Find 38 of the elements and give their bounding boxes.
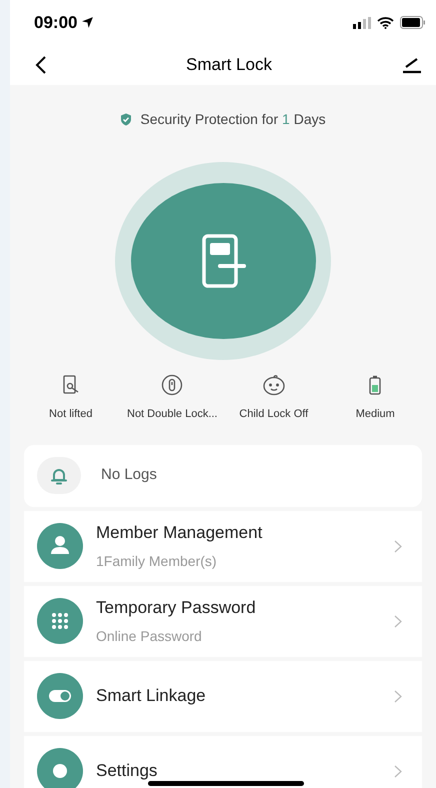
header-title: Smart Lock xyxy=(186,54,272,76)
chevron-right-icon xyxy=(394,540,402,552)
security-protection-text: Security Protection for 1 Days xyxy=(140,110,326,129)
menu-item-subtitle: Online Password xyxy=(96,627,202,646)
bell-icon xyxy=(37,457,81,494)
battery-icon xyxy=(369,375,382,395)
signal-icon xyxy=(353,16,371,28)
logs-text: No Logs xyxy=(101,465,157,486)
status-time: 09:00 xyxy=(34,12,78,34)
lock-status-label: Not lifted xyxy=(49,407,92,422)
logs-card[interactable]: No Logs xyxy=(24,444,422,506)
battery-status-icon xyxy=(400,16,426,29)
menu-item-title: Smart Linkage xyxy=(96,685,206,708)
lock-status-label: Child Lock Off xyxy=(239,407,308,422)
menu-item[interactable]: Temporary Password Online Password xyxy=(24,586,422,656)
wifi-icon xyxy=(377,16,394,28)
menu-item-subtitle: 1Family Member(s) xyxy=(96,552,217,572)
chevron-right-icon xyxy=(394,690,402,702)
door-sensor-icon xyxy=(62,375,80,395)
chevron-right-icon xyxy=(394,764,402,778)
menu-item[interactable]: Settings xyxy=(24,736,422,788)
toggle-icon xyxy=(37,673,83,719)
menu-item[interactable]: Smart Linkage xyxy=(24,660,422,732)
edit-icon xyxy=(402,56,422,74)
person-icon xyxy=(37,523,83,569)
menu-item[interactable]: Member Management 1Family Member(s) xyxy=(24,510,422,582)
location-arrow-icon xyxy=(81,16,94,29)
lock-cylinder-icon xyxy=(161,374,184,396)
menu-item-title: Settings xyxy=(96,760,158,782)
back-icon xyxy=(34,55,48,75)
baby-face-icon xyxy=(262,374,286,396)
menu-item-title: Member Management xyxy=(96,522,262,544)
keypad-icon xyxy=(37,598,83,644)
lock-status-label: Not Double Lock... xyxy=(127,407,218,422)
menu-item-title: Temporary Password xyxy=(96,596,256,619)
chevron-right-icon xyxy=(394,614,402,628)
lock-status-label: Medium xyxy=(356,407,395,422)
shield-check-icon xyxy=(120,113,132,126)
